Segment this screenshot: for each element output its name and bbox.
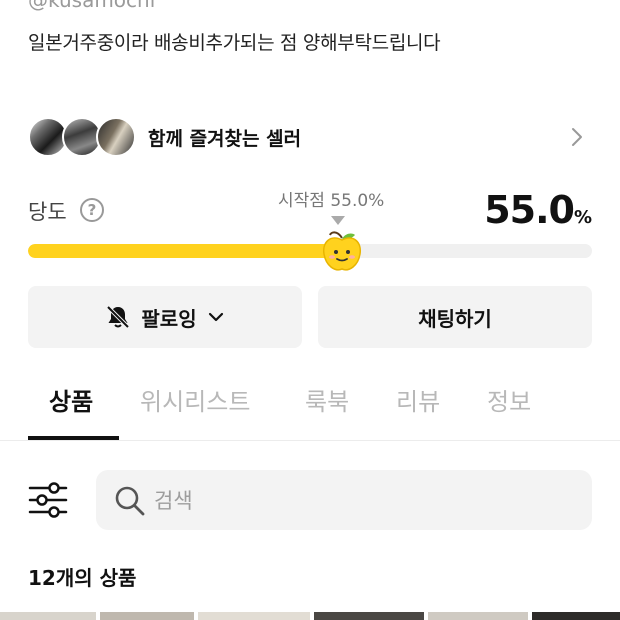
start-marker-icon (331, 216, 345, 225)
active-tab-indicator (28, 436, 119, 440)
sweetness-score-value: 55.0 (484, 188, 575, 232)
tab-reviews[interactable]: 리뷰 (396, 382, 440, 417)
avatar (96, 117, 136, 157)
product-thumbnail[interactable] (532, 612, 620, 620)
search-input[interactable]: 검색 (96, 470, 592, 530)
bell-off-icon (106, 305, 130, 329)
question-circle-icon[interactable]: ? (80, 198, 104, 222)
product-thumbnail[interactable] (314, 612, 424, 620)
sweetness-progress-track (28, 244, 592, 258)
tab-info[interactable]: 정보 (487, 382, 531, 417)
product-count: 12개의 상품 (28, 566, 137, 590)
chevron-down-icon (208, 312, 223, 322)
favorite-sellers-row[interactable]: 함께 즐겨찾는 셀러 (28, 114, 592, 162)
following-button-label: 팔로잉 (141, 306, 197, 331)
sweetness-label: 당도 (28, 200, 67, 224)
sweetness-start-label: 시작점 55.0% (278, 191, 385, 211)
product-thumbnails-strip (0, 612, 620, 620)
magnifier-icon (115, 486, 145, 516)
product-thumbnail[interactable] (198, 612, 310, 620)
store-tabs: 상품 위시리스트 룩북 리뷰 정보 (0, 380, 620, 441)
product-thumbnail[interactable] (428, 612, 528, 620)
sweetness-score-unit: % (573, 207, 592, 228)
chat-button[interactable]: 채팅하기 (318, 286, 592, 348)
search-placeholder: 검색 (154, 489, 193, 513)
sweetness-score: 55.0% (484, 188, 592, 232)
chat-button-label: 채팅하기 (418, 306, 492, 331)
product-thumbnail[interactable] (0, 612, 96, 620)
sliders-icon[interactable] (28, 480, 68, 520)
chevron-right-icon (572, 128, 582, 146)
sweetness-progress-fill (28, 244, 339, 258)
seller-bio: 일본거주중이라 배송비추가되는 점 양해부탁드립니다 (28, 32, 441, 54)
tab-wishlist[interactable]: 위시리스트 (140, 382, 250, 417)
favorite-sellers-label: 함께 즐겨찾는 셀러 (148, 128, 302, 150)
tab-lookbook[interactable]: 룩북 (305, 382, 349, 417)
tab-products[interactable]: 상품 (49, 382, 93, 417)
product-thumbnail[interactable] (100, 612, 194, 620)
following-button[interactable]: 팔로잉 (28, 286, 302, 348)
seller-handle: @kusamochi (28, 0, 156, 12)
yellow-apple-mascot-icon (322, 231, 362, 271)
